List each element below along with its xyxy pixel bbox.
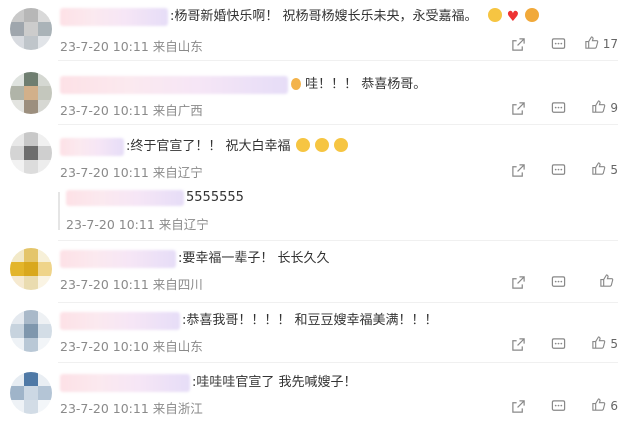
divider [58, 362, 618, 363]
username-blurred[interactable] [60, 374, 190, 392]
thumbs-up-icon [591, 99, 606, 117]
like-count: 9 [610, 101, 618, 115]
like-button[interactable]: 6 [578, 397, 618, 415]
comment-meta: 23-7-20 10:11 来自广西 [60, 103, 203, 118]
avatar[interactable] [10, 132, 52, 174]
emoji-icon [295, 138, 310, 152]
thumbs-up-icon [591, 161, 606, 179]
comment-meta: 23-7-20 10:11 来自四川 [60, 277, 203, 292]
comment-text: :恭喜我哥！！！！ 和豆豆嫂幸福美满！！！ [182, 313, 438, 328]
reply-text: 5555555 [186, 190, 244, 205]
share-icon[interactable] [498, 396, 538, 416]
reply-indicator [58, 192, 60, 230]
username-blurred[interactable] [60, 250, 176, 268]
like-count: 6 [610, 399, 618, 413]
share-icon[interactable] [498, 272, 538, 292]
divider [58, 60, 618, 61]
comment-icon[interactable] [538, 334, 578, 354]
like-button[interactable]: 5 [578, 161, 618, 179]
like-count: 5 [610, 163, 618, 177]
comment-meta: 23-7-20 10:10 来自山东 [60, 339, 203, 354]
comment-meta: 23-7-20 10:11 来自山东 [60, 39, 203, 54]
username-blurred[interactable] [66, 190, 184, 206]
reply-meta: 23-7-20 10:11 来自辽宁 [66, 217, 209, 232]
like-count: 17 [602, 37, 618, 51]
heart-icon: ♥ [506, 9, 520, 25]
username-blurred[interactable] [60, 138, 124, 156]
comment-actions: 5 [498, 334, 618, 354]
avatar[interactable] [10, 248, 52, 290]
like-button[interactable]: 17 [578, 35, 618, 53]
emoji-icon [487, 8, 502, 22]
like-button[interactable]: 9 [578, 99, 618, 117]
avatar[interactable] [10, 72, 52, 114]
share-icon[interactable] [498, 160, 538, 180]
thumbs-up-icon [591, 397, 606, 415]
comment-actions: 17 [498, 34, 618, 54]
comment-actions: 9 [498, 98, 618, 118]
comment-item: :恭喜我哥！！！！ 和豆豆嫂幸福美满！！！ 23-7-20 10:10 来自山东… [0, 306, 628, 362]
comment-item: :要幸福一辈子！ 长长久久 23-7-20 10:11 来自四川 [0, 246, 628, 302]
comment-item: 哇！！！ 恭喜杨哥。 23-7-20 10:11 来自广西 9 [0, 68, 628, 128]
emoji-icon [333, 138, 348, 152]
emoji-icon [524, 8, 539, 22]
comment-actions: 6 [498, 396, 618, 416]
comment-meta: 23-7-20 10:11 来自辽宁 [60, 165, 203, 180]
comment-icon[interactable] [538, 396, 578, 416]
comment-icon[interactable] [538, 160, 578, 180]
share-icon[interactable] [498, 34, 538, 54]
divider [58, 124, 618, 125]
comment-actions: 5 [498, 160, 618, 180]
share-icon[interactable] [498, 334, 538, 354]
comment-text: :哇哇哇官宣了 我先喊嫂子！ [192, 375, 357, 390]
comment-icon[interactable] [538, 34, 578, 54]
avatar[interactable] [10, 372, 52, 414]
emoji-icon [291, 78, 301, 90]
comment-text: :杨哥新婚快乐啊！ 祝杨哥杨嫂长乐未央，永受嘉福。 ♥ [170, 8, 539, 26]
username-blurred[interactable] [60, 8, 168, 26]
divider [58, 240, 618, 241]
avatar[interactable] [10, 310, 52, 352]
comment-actions [498, 272, 618, 292]
comment-icon[interactable] [538, 272, 578, 292]
comment-item: :杨哥新婚快乐啊！ 祝杨哥杨嫂长乐未央，永受嘉福。 ♥ 23-7-20 10:1… [0, 0, 628, 60]
comment-text: :终于官宣了！！ 祝大白幸福 [126, 138, 348, 156]
comment-icon[interactable] [538, 98, 578, 118]
username-blurred[interactable] [60, 76, 288, 94]
share-icon[interactable] [498, 98, 538, 118]
comment-text: 哇！！！ 恭喜杨哥。 [290, 76, 426, 94]
thumbs-up-icon [599, 273, 614, 291]
emoji-icon [314, 138, 329, 152]
username-blurred[interactable] [60, 312, 180, 330]
comment-item: :哇哇哇官宣了 我先喊嫂子！ 23-7-20 10:11 来自浙江 6 [0, 368, 628, 428]
avatar[interactable] [10, 8, 52, 50]
like-count: 5 [610, 337, 618, 351]
like-button[interactable]: 5 [578, 335, 618, 353]
thumbs-up-icon [584, 35, 599, 53]
thumbs-up-icon [591, 335, 606, 353]
like-button[interactable] [578, 273, 618, 291]
divider [58, 302, 618, 303]
comment-text: :要幸福一辈子！ 长长久久 [178, 251, 330, 266]
comment-meta: 23-7-20 10:11 来自浙江 [60, 401, 203, 416]
comment-item: :终于官宣了！！ 祝大白幸福 23-7-20 10:11 来自辽宁 5 5555… [0, 130, 628, 240]
